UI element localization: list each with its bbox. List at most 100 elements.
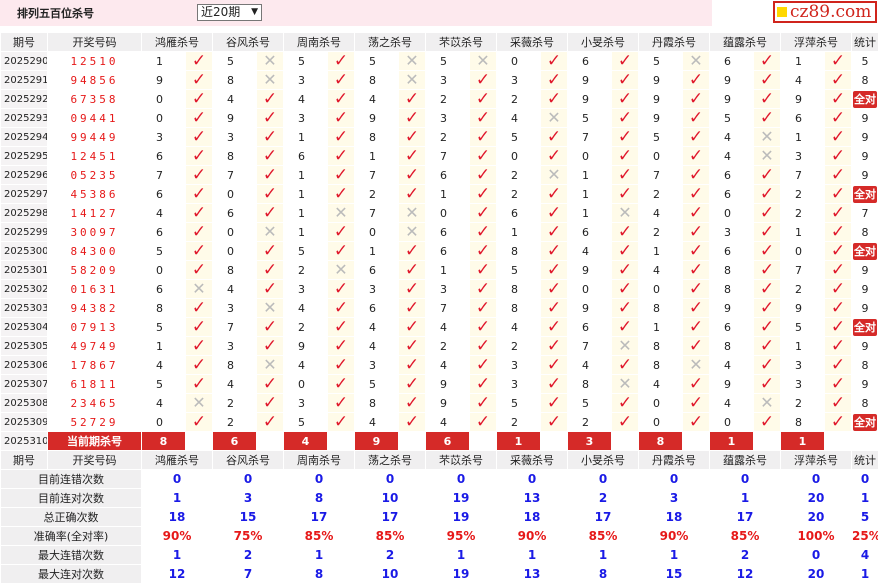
check-icon: ✓ bbox=[618, 166, 632, 185]
result-cell: ✓ bbox=[825, 166, 852, 185]
kill-number: 9 bbox=[710, 375, 754, 394]
period-number: 2025301 bbox=[1, 261, 48, 280]
check-icon: ✓ bbox=[263, 128, 277, 147]
cross-icon: ✕ bbox=[192, 280, 205, 299]
kill-number: 3 bbox=[355, 280, 399, 299]
check-icon: ✓ bbox=[547, 318, 561, 337]
check-icon: ✓ bbox=[689, 299, 703, 318]
check-icon: ✓ bbox=[831, 413, 845, 432]
result-cell: ✓ bbox=[683, 375, 710, 394]
check-icon: ✓ bbox=[476, 166, 490, 185]
check-icon: ✓ bbox=[476, 413, 490, 432]
result-cell: ✓ bbox=[186, 299, 213, 318]
kill-number: 5 bbox=[497, 394, 541, 413]
kill-number: 1 bbox=[142, 337, 186, 356]
check-icon: ✓ bbox=[476, 280, 490, 299]
result-cell: ✓ bbox=[470, 261, 497, 280]
result-cell: ✓ bbox=[541, 299, 568, 318]
period-number: 2025299 bbox=[1, 223, 48, 242]
kill-number: 3 bbox=[497, 71, 541, 90]
stats-value: 85% bbox=[568, 527, 639, 546]
kill-number: 1 bbox=[142, 52, 186, 71]
result-cell: ✓ bbox=[541, 242, 568, 261]
kill-number: 3 bbox=[781, 356, 825, 375]
result-cell: ✕ bbox=[399, 71, 426, 90]
result-cell: ✓ bbox=[328, 223, 355, 242]
result-cell: ✓ bbox=[186, 356, 213, 375]
kill-number: 8 bbox=[710, 261, 754, 280]
chevron-down-icon: ▼ bbox=[251, 5, 258, 20]
kill-number: 7 bbox=[781, 261, 825, 280]
result-cell: ✓ bbox=[825, 413, 852, 432]
result-cell: ✓ bbox=[683, 261, 710, 280]
check-icon: ✓ bbox=[476, 90, 490, 109]
stats-label: 准确率(全对率) bbox=[1, 527, 142, 546]
result-cell: ✓ bbox=[257, 204, 284, 223]
result-cell: ✓ bbox=[612, 90, 639, 109]
kill-number: 2 bbox=[426, 128, 470, 147]
kill-number: 2 bbox=[639, 185, 683, 204]
check-icon: ✓ bbox=[192, 375, 206, 394]
check-icon: ✓ bbox=[476, 318, 490, 337]
result-cell: ✓ bbox=[328, 394, 355, 413]
check-icon: ✓ bbox=[192, 166, 206, 185]
check-icon: ✓ bbox=[831, 242, 845, 261]
result-cell: ✓ bbox=[683, 299, 710, 318]
cross-icon: ✕ bbox=[405, 52, 418, 71]
stat-value: 9 bbox=[862, 340, 869, 353]
kill-number: 6 bbox=[568, 318, 612, 337]
column-header: 芣苡杀号 bbox=[426, 33, 497, 52]
kill-number: 2 bbox=[426, 337, 470, 356]
check-icon: ✓ bbox=[547, 185, 561, 204]
kill-number-table: 期号开奖号码鸿雁杀号谷风杀号周南杀号荡之杀号芣苡杀号采薇杀号小旻杀号丹霞杀号蕴露… bbox=[0, 32, 878, 584]
check-icon: ✓ bbox=[689, 204, 703, 223]
stats-value: 1 bbox=[284, 546, 355, 565]
period-select[interactable]: 近20期▼ bbox=[197, 4, 262, 21]
site-logo[interactable]: cz89.com bbox=[773, 1, 877, 23]
cross-icon: ✕ bbox=[618, 375, 631, 394]
result-cell: ✓ bbox=[470, 280, 497, 299]
check-icon: ✓ bbox=[760, 261, 774, 280]
stat-cell: 8 bbox=[852, 356, 878, 375]
result-cell: ✓ bbox=[186, 109, 213, 128]
draw-number: 30097 bbox=[48, 223, 142, 242]
cross-icon: ✕ bbox=[547, 166, 560, 185]
result-cell: ✕ bbox=[754, 147, 781, 166]
check-icon: ✓ bbox=[263, 394, 277, 413]
kill-number: 0 bbox=[142, 413, 186, 432]
check-icon: ✓ bbox=[689, 166, 703, 185]
result-cell: ✓ bbox=[754, 204, 781, 223]
table-row: 2025308234654✕2✓3✓8✓9✓5✓5✓0✓4✕2✓8 bbox=[1, 394, 878, 413]
stats-value: 17 bbox=[710, 508, 781, 527]
stat-cell: 5 bbox=[852, 52, 878, 71]
result-cell: ✓ bbox=[683, 166, 710, 185]
period-number: 2025303 bbox=[1, 299, 48, 318]
result-cell: ✓ bbox=[754, 90, 781, 109]
kill-number: 0 bbox=[497, 52, 541, 71]
all-correct-badge: 全对 bbox=[853, 414, 877, 431]
check-icon: ✓ bbox=[831, 52, 845, 71]
kill-number: 0 bbox=[710, 204, 754, 223]
cross-icon: ✕ bbox=[760, 128, 773, 147]
check-icon: ✓ bbox=[263, 337, 277, 356]
kill-number: 2 bbox=[781, 280, 825, 299]
kill-number: 9 bbox=[710, 299, 754, 318]
kill-number: 9 bbox=[284, 337, 328, 356]
draw-number: 49749 bbox=[48, 337, 142, 356]
result-cell: ✓ bbox=[683, 318, 710, 337]
kill-number: 6 bbox=[710, 185, 754, 204]
cross-icon: ✕ bbox=[405, 204, 418, 223]
kill-number: 5 bbox=[284, 242, 328, 261]
result-cell: ✓ bbox=[328, 318, 355, 337]
kill-number: 7 bbox=[568, 128, 612, 147]
kill-number: 3 bbox=[710, 223, 754, 242]
check-icon: ✓ bbox=[263, 204, 277, 223]
result-cell: ✓ bbox=[328, 52, 355, 71]
stats-value: 0 bbox=[781, 470, 852, 489]
kill-number: 4 bbox=[142, 356, 186, 375]
check-icon: ✓ bbox=[831, 394, 845, 413]
kill-number: 0 bbox=[568, 280, 612, 299]
kill-number: 4 bbox=[781, 71, 825, 90]
kill-number: 4 bbox=[213, 375, 257, 394]
kill-number: 8 bbox=[710, 337, 754, 356]
